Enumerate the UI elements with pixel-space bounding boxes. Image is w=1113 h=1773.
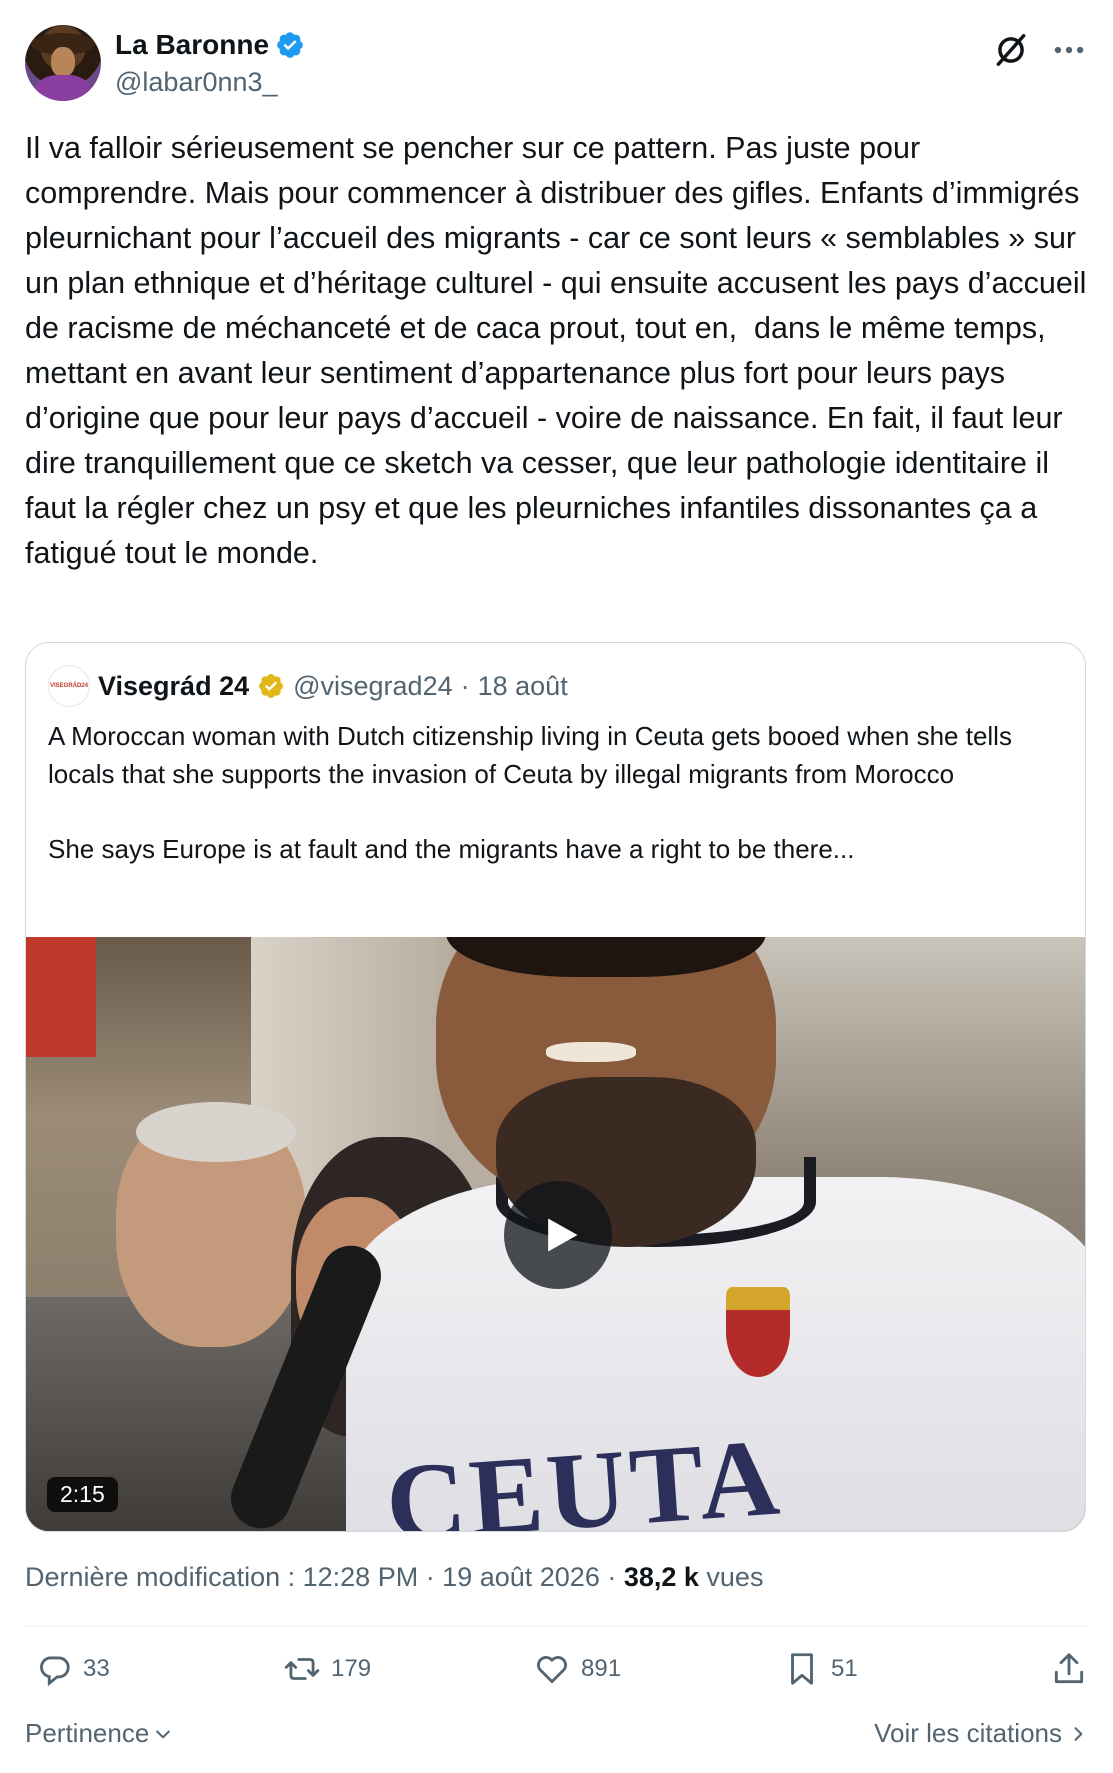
author-avatar[interactable] bbox=[25, 25, 101, 101]
author-handle[interactable]: @labar0nn3_ bbox=[115, 67, 278, 98]
retweet-icon bbox=[284, 1658, 320, 1680]
views-count: 38,2 k bbox=[623, 1562, 699, 1592]
like-button[interactable]: 891 bbox=[533, 1650, 621, 1688]
tweet-header: La Baronne @labar0nn3_ bbox=[25, 25, 1088, 101]
quoted-author-name[interactable]: Visegrád 24 bbox=[98, 671, 249, 702]
quoted-tweet-header: VISEGRÁD24 Visegrád 24 @visegrad24 · 18 … bbox=[48, 665, 568, 707]
share-icon bbox=[1054, 1653, 1084, 1684]
author-name-row: La Baronne bbox=[115, 29, 305, 61]
tweet-text: Il va falloir sérieusement se pencher su… bbox=[25, 131, 1095, 570]
bookmark-icon bbox=[791, 1653, 813, 1685]
reply-icon bbox=[40, 1656, 70, 1687]
tweet-meta: Dernière modification : 12:28 PM · 19 ao… bbox=[25, 1562, 763, 1593]
edited-label[interactable]: Dernière modification : 12:28 PM · 19 ao… bbox=[25, 1562, 624, 1592]
video-duration: 2:15 bbox=[47, 1477, 118, 1512]
like-count: 891 bbox=[581, 1655, 622, 1682]
grok-icon[interactable] bbox=[992, 31, 1030, 69]
bookmark-count: 51 bbox=[831, 1655, 858, 1682]
quoted-tweet-text: A Moroccan woman with Dutch citizenship … bbox=[48, 721, 1012, 864]
video-scene-old-man-hair bbox=[136, 1102, 296, 1162]
retweet-count: 179 bbox=[331, 1655, 372, 1682]
video-scene-teeth bbox=[546, 1042, 636, 1062]
views-label: vues bbox=[698, 1562, 764, 1592]
quoted-author-handle[interactable]: @visegrad24 bbox=[293, 671, 453, 702]
play-button[interactable] bbox=[504, 1181, 612, 1289]
video-scene-flag bbox=[26, 937, 96, 1057]
video-scene-crest bbox=[726, 1287, 790, 1377]
play-icon bbox=[548, 1218, 578, 1252]
author-display-name[interactable]: La Baronne bbox=[115, 29, 269, 61]
quoted-separator: · bbox=[460, 670, 470, 701]
verified-badge-icon[interactable] bbox=[275, 30, 305, 60]
reply-count: 33 bbox=[83, 1655, 110, 1682]
chevron-down-icon bbox=[156, 1730, 171, 1738]
action-bar: 33 179 891 51 bbox=[25, 1650, 1088, 1700]
sort-dropdown[interactable]: Pertinence bbox=[25, 1718, 173, 1749]
quoted-tweet[interactable]: VISEGRÁD24 Visegrád 24 @visegrad24 · 18 … bbox=[25, 642, 1086, 1532]
view-quotes-link[interactable]: Voir les citations bbox=[874, 1718, 1088, 1749]
heart-icon bbox=[537, 1656, 567, 1684]
share-button[interactable] bbox=[1050, 1650, 1088, 1688]
more-icon[interactable] bbox=[1050, 31, 1088, 69]
view-quotes-label: Voir les citations bbox=[874, 1718, 1062, 1748]
reply-button[interactable]: 33 bbox=[35, 1650, 110, 1688]
sort-label: Pertinence bbox=[25, 1718, 150, 1748]
quoted-author-avatar[interactable]: VISEGRÁD24 bbox=[48, 665, 90, 707]
bookmark-button[interactable]: 51 bbox=[783, 1650, 858, 1688]
video-player[interactable]: CEUTA 2:15 bbox=[26, 937, 1085, 1531]
tweet-footer: Pertinence Voir les citations bbox=[25, 1718, 1088, 1758]
divider bbox=[25, 1626, 1088, 1627]
gold-verified-badge-icon[interactable] bbox=[257, 672, 285, 700]
chevron-right-icon bbox=[1074, 1726, 1083, 1741]
quoted-date[interactable]: 18 août bbox=[478, 671, 568, 702]
retweet-button[interactable]: 179 bbox=[283, 1650, 371, 1688]
